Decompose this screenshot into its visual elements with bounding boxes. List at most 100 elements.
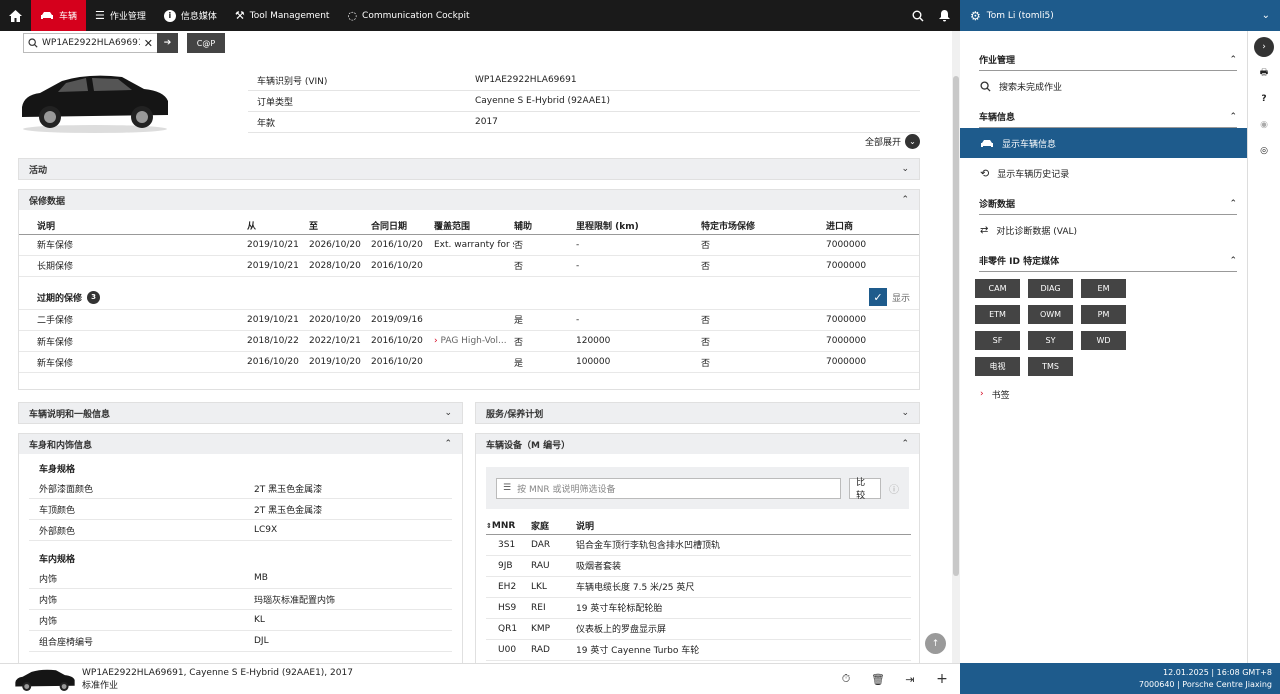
- nav-tool-management[interactable]: ⚒ Tool Management: [226, 0, 339, 31]
- user-bar[interactable]: ⚙ Tom Li (tomli5) ⌄: [960, 0, 1280, 31]
- cell: 2019/10/21: [247, 309, 309, 331]
- col-desc[interactable]: 说明: [19, 218, 247, 235]
- equip-header[interactable]: 车辆设备（M 编号） ⌃: [476, 434, 919, 454]
- col-contract-date[interactable]: 合同日期: [371, 218, 434, 235]
- sidebar-item-show-vehicle-info[interactable]: 显示车辆信息: [960, 128, 1247, 158]
- sidebar-media-header[interactable]: 非零件 ID 特定媒体 ⌃: [979, 250, 1237, 272]
- vinfo-title: 车辆信息: [979, 113, 1016, 123]
- cell: 否: [514, 255, 576, 277]
- nav-info-media[interactable]: i 信息媒体: [155, 0, 226, 31]
- cell: LKL: [531, 576, 576, 598]
- clear-icon[interactable]: ✕: [144, 37, 153, 50]
- sidebar-item-compare-diag[interactable]: ⇄ 对比诊断数据 (VAL): [960, 215, 1247, 245]
- scroll-to-top-button[interactable]: ↑: [925, 633, 946, 654]
- equipment-filter-input[interactable]: ☰ 按 MNR 或说明筛选设备: [496, 477, 842, 499]
- vehicle-info-row: 年款 2017: [248, 112, 920, 133]
- warranty-header[interactable]: 保修数据 ⌃: [19, 190, 919, 210]
- cell: 是: [514, 309, 576, 331]
- media-button-wd[interactable]: WD: [1081, 331, 1126, 350]
- sidebar-work-header[interactable]: 作业管理 ⌃: [979, 49, 1237, 71]
- show-vinfo-label: 显示车辆信息: [1002, 139, 1057, 150]
- activity-panel[interactable]: 活动 ⌄: [18, 158, 920, 180]
- media-button-cam[interactable]: CAM: [975, 279, 1020, 298]
- media-button-etm[interactable]: ETM: [975, 305, 1020, 324]
- col-description[interactable]: 说明: [576, 518, 911, 535]
- col-from[interactable]: 从: [247, 218, 309, 235]
- sidebar-item-bookmarks[interactable]: › 书签: [960, 383, 1247, 405]
- expand-all-label: 全部展开: [865, 138, 902, 148]
- col-to[interactable]: 至: [309, 218, 371, 235]
- vehicle-description-panel[interactable]: 车辆说明和一般信息 ⌄: [18, 402, 463, 424]
- col-market[interactable]: 特定市场保修: [701, 218, 826, 235]
- search-go-button[interactable]: ➔: [157, 33, 178, 53]
- col-mnr[interactable]: ⇕MNR: [486, 518, 531, 535]
- home-button[interactable]: [0, 0, 31, 31]
- coverage-link[interactable]: › PAG High-Vol...: [434, 330, 514, 352]
- model-year-label: 年款: [257, 118, 276, 129]
- nav-vehicle[interactable]: 车辆: [31, 0, 87, 31]
- sidebar-item-vehicle-history[interactable]: ⟲ 显示车辆历史记录: [960, 158, 1247, 188]
- col-family[interactable]: 家庭: [531, 518, 576, 535]
- cell: HS9: [486, 597, 531, 619]
- car-icon: [981, 139, 993, 147]
- printer-icon: 🖶: [1259, 68, 1269, 78]
- service-plan-panel[interactable]: 服务/保养计划 ⌄: [475, 402, 920, 424]
- main-scrollbar[interactable]: [952, 31, 960, 663]
- list-item: 外部颜色 LC9X: [29, 520, 452, 541]
- nav-work-management[interactable]: ☰ 作业管理: [86, 0, 155, 31]
- info-icon: i: [163, 9, 176, 22]
- add-button[interactable]: +: [932, 669, 952, 689]
- info-icon[interactable]: ⓘ: [889, 481, 899, 496]
- notification-button[interactable]: [934, 6, 954, 26]
- cell: 否: [514, 234, 576, 256]
- spec-label: 内饰: [39, 574, 58, 585]
- sidebar-diag-header[interactable]: 诊断数据 ⌃: [979, 193, 1237, 215]
- media-button-tms[interactable]: TMS: [1028, 357, 1073, 376]
- nav-communication-cockpit[interactable]: ◌ Communication Cockpit: [338, 0, 478, 31]
- top-nav-bar: 车辆 ☰ 作业管理 i 信息媒体 ⚒ Tool Management ◌ Com…: [0, 0, 960, 31]
- filter-icon: ☰: [503, 483, 512, 493]
- user-status-button[interactable]: ◉: [1254, 115, 1274, 135]
- cell: RAU: [531, 555, 576, 577]
- media-button-pm[interactable]: PM: [1081, 305, 1126, 324]
- media-button-owm[interactable]: OWM: [1028, 305, 1073, 324]
- bottom-vehicle-title: WP1AE2922HLA69691, Cayenne S E-Hybrid (9…: [82, 668, 353, 678]
- table-row: HS9 REI 19 英寸车轮标配轮胎: [486, 597, 911, 619]
- scrollbar-thumb[interactable]: [953, 76, 959, 576]
- body-interior-panel: 车身和内饰信息 ⌃ 车身规格 外部漆面颜色 2T 黑玉色金属漆 车顶颜色 2T 黑玉色…: [18, 433, 463, 663]
- body-header[interactable]: 车身和内饰信息 ⌃: [19, 434, 462, 454]
- media-button-tv[interactable]: 电视: [975, 357, 1020, 376]
- delete-button[interactable]: 🗑: [868, 669, 888, 689]
- expand-all-button[interactable]: 全部展开 ⌄: [865, 134, 921, 149]
- cell: 2016/10/20: [247, 351, 309, 373]
- print-button[interactable]: 🖶: [1254, 63, 1274, 83]
- table-row: U00 RAD 19 英寸 Cayenne Turbo 车轮: [486, 639, 911, 661]
- vin-search-input[interactable]: WP1AE2922HLA69691 ✕: [23, 33, 178, 53]
- col-mileage[interactable]: 里程限制 (km): [576, 218, 701, 235]
- help-button[interactable]: ?: [1254, 89, 1274, 109]
- compare-button[interactable]: 比较: [849, 477, 881, 501]
- feedback-button[interactable]: ◎: [1254, 141, 1274, 161]
- show-expired-checkbox[interactable]: ✓: [868, 288, 887, 306]
- cap-button[interactable]: C@P: [187, 33, 225, 53]
- search-button[interactable]: [908, 6, 928, 26]
- collapse-sidebar-button[interactable]: ›: [1254, 37, 1274, 57]
- media-button-sy[interactable]: SY: [1028, 331, 1073, 350]
- media-button-sf[interactable]: SF: [975, 331, 1020, 350]
- col-coverage[interactable]: 覆盖范围: [434, 218, 514, 235]
- show-expired-label: 显示: [891, 293, 910, 304]
- cell: EH2: [486, 576, 531, 598]
- cell: 2022/10/21: [309, 330, 371, 352]
- right-sidebar: 作业管理 ⌃ 搜索未完成作业 车辆信息 ⌃ 显示车辆信息 ⟲ 显示车辆历史记录 诊断…: [960, 31, 1248, 663]
- sidebar-item-search-open-jobs[interactable]: 搜索未完成作业: [960, 71, 1247, 101]
- col-importer[interactable]: 进口商: [826, 218, 919, 235]
- transfer-button[interactable]: ⇥: [900, 669, 920, 689]
- sidebar-vinfo-header[interactable]: 车辆信息 ⌃: [979, 106, 1237, 128]
- col-aux[interactable]: 辅助: [514, 218, 576, 235]
- chevron-up-icon: ⌃: [1229, 255, 1237, 266]
- vehicle-info: 车辆识别号 (VIN) WP1AE2922HLA69691 订单类型 Cayenne…: [248, 70, 920, 133]
- vehicle-image: [22, 75, 168, 133]
- timer-button[interactable]: ⏱: [836, 669, 856, 689]
- media-button-diag[interactable]: DIAG: [1028, 279, 1073, 298]
- media-button-em[interactable]: EM: [1081, 279, 1126, 298]
